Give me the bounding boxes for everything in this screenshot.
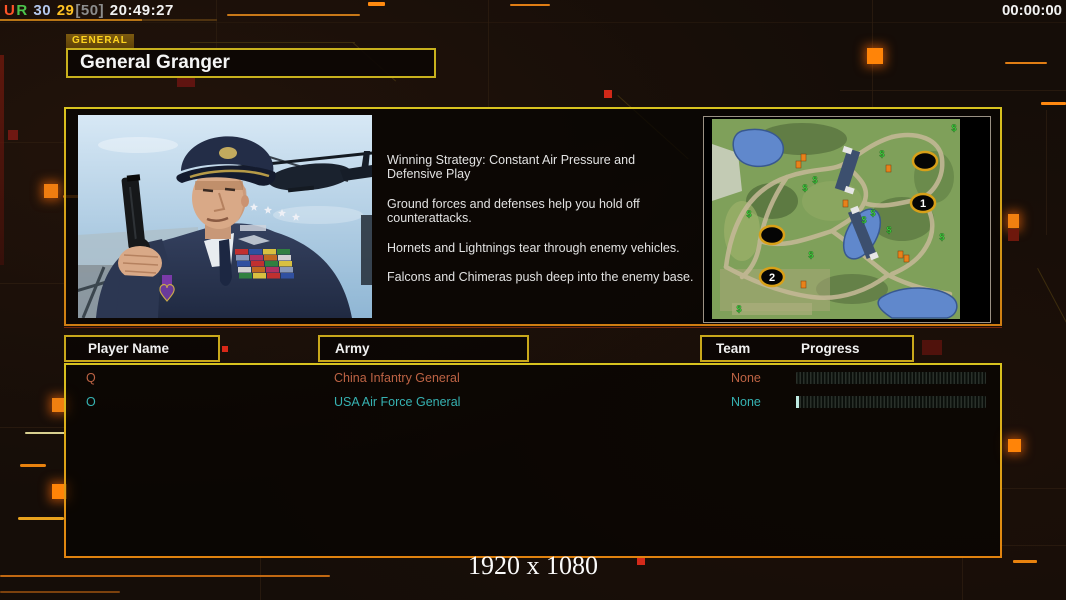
- start-marker-2: 2: [769, 272, 775, 284]
- general-portrait: [75, 115, 373, 319]
- load-progress-bar: [796, 396, 986, 408]
- bg-red-streak: [0, 55, 4, 265]
- strategy-line: Falcons and Chimeras push deep into the …: [387, 270, 694, 284]
- bg-dash: [227, 14, 360, 16]
- general-name: General Granger: [80, 52, 230, 73]
- general-portrait-art: [75, 115, 373, 319]
- bg-dash: [20, 464, 46, 467]
- map-preview-panel: 1 2 $ $ $ $ $ $ $ $ $ $ $: [703, 116, 991, 323]
- player-army: China Infantry General: [334, 371, 460, 385]
- supply-icon: $: [802, 183, 807, 193]
- header-player-name: Player Name: [64, 335, 220, 362]
- panel-underline: [64, 327, 1002, 328]
- supply-icon: $: [939, 232, 944, 242]
- supply-icon: $: [808, 250, 813, 260]
- bg-line: [1046, 110, 1047, 235]
- bg-line: [0, 283, 64, 284]
- bg-line: [1037, 268, 1066, 353]
- bg-dash: [510, 4, 550, 6]
- strategy-line: counterattacks.: [387, 211, 472, 225]
- bg-dash: [368, 2, 385, 6]
- supply-icon: $: [812, 175, 817, 185]
- hud-underline: [0, 19, 142, 21]
- player-name: Q: [86, 371, 96, 385]
- load-progress-bar: [796, 372, 986, 384]
- bg-line: [872, 0, 873, 110]
- player-team: None: [731, 395, 761, 409]
- strategy-line: Defensive Play: [387, 167, 471, 181]
- bg-dash: [25, 432, 65, 434]
- progress-start-tick: [796, 396, 799, 408]
- player-team: None: [731, 371, 761, 385]
- bg-square: [604, 90, 612, 98]
- bg-dash: [0, 591, 120, 593]
- bg-square: [8, 130, 18, 140]
- supply-icon: $: [886, 225, 891, 235]
- general-tab-label: GENERAL: [66, 34, 134, 48]
- bg-square: [1008, 214, 1019, 228]
- hud-stats: UR 30 29[50] 20:49:27: [4, 2, 175, 19]
- player-list: Q China Infantry General None O USA Air …: [64, 363, 1002, 558]
- header-army: Army: [318, 335, 529, 362]
- bg-square: [1008, 229, 1019, 241]
- bg-square: [867, 48, 883, 64]
- hud-clock: 20:49:27: [109, 2, 174, 19]
- hand: [116, 246, 162, 318]
- start-marker-1: 1: [920, 198, 926, 210]
- hud-value3: [50]: [75, 2, 105, 19]
- strategy-line: Hornets and Lightnings tear through enem…: [387, 241, 680, 255]
- bg-line: [1002, 545, 1066, 546]
- map-thumbnail: 1 2 $ $ $ $ $ $ $ $ $ $ $: [712, 119, 960, 319]
- supply-icon: $: [870, 208, 875, 218]
- bg-square: [44, 184, 58, 198]
- bg-dash: [1041, 102, 1066, 105]
- bg-line: [840, 90, 1066, 91]
- loading-screen: UR 30 29[50] 20:49:27 00:00:00 GENERAL G…: [0, 0, 1066, 600]
- resolution-label: 1920 x 1080: [468, 551, 598, 580]
- hud-r: R: [16, 2, 28, 19]
- bg-line: [0, 427, 64, 428]
- bg-line: [0, 22, 1066, 23]
- supply-icon: $: [861, 215, 866, 225]
- header-progress: Progress: [801, 341, 860, 356]
- hud-u: U: [4, 2, 16, 19]
- header-team-progress: Team Progress: [700, 335, 914, 362]
- bg-line: [1002, 488, 1066, 489]
- bg-square: [1008, 439, 1021, 452]
- bg-dash: [1005, 62, 1047, 64]
- supply-icon: $: [951, 123, 956, 133]
- bg-line: [0, 142, 64, 143]
- hud-underline-faint: [142, 19, 217, 21]
- bg-square: [222, 346, 228, 352]
- hud-value2: 29: [56, 2, 75, 19]
- player-row: O USA Air Force General None: [66, 391, 1000, 415]
- strategy-line: Winning Strategy: Constant Air Pressure …: [387, 153, 636, 167]
- supply-icon: $: [879, 149, 884, 159]
- player-row: Q China Infantry General None: [66, 367, 1000, 391]
- player-name: O: [86, 395, 96, 409]
- supply-icon: $: [736, 304, 741, 314]
- bg-line: [190, 42, 355, 43]
- match-timer: 00:00:00: [1001, 2, 1062, 19]
- strategy-line: Ground forces and defenses help you hold…: [387, 197, 640, 211]
- bg-line: [0, 0, 47, 1]
- bg-line: [488, 0, 489, 108]
- header-team: Team: [716, 341, 751, 356]
- bg-square: [177, 77, 195, 87]
- player-army: USA Air Force General: [334, 395, 461, 409]
- hud-fps: 30: [33, 2, 52, 19]
- bg-square: [922, 340, 942, 355]
- general-name-box: General Granger: [66, 48, 436, 78]
- supply-icon: $: [746, 209, 751, 219]
- bg-dash: [18, 517, 64, 520]
